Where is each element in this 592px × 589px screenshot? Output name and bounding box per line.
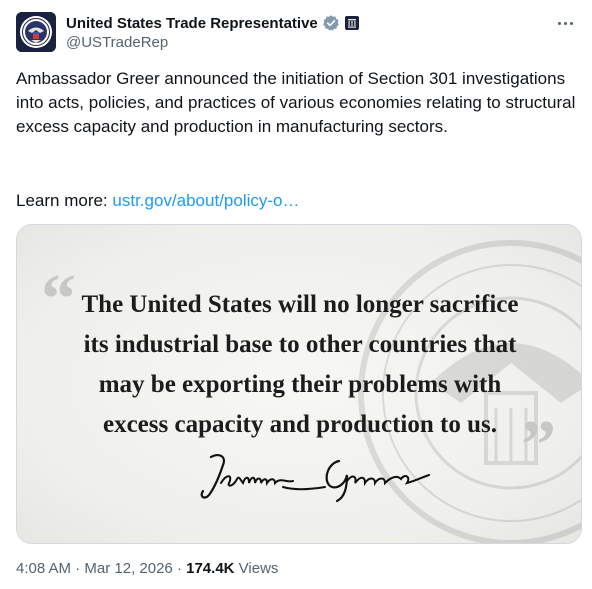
quote-line: its industrial base to other countries t… xyxy=(83,331,517,358)
avatar[interactable] xyxy=(16,12,56,52)
meta-separator: · xyxy=(75,560,81,577)
quote-line: excess capacity and production to us. xyxy=(102,411,497,438)
close-quote-mark: ” xyxy=(521,407,556,484)
post-time[interactable]: 4:08 AM xyxy=(16,560,71,577)
more-options-button[interactable] xyxy=(554,14,576,32)
post-image[interactable]: “ The United States will no longer sacri… xyxy=(16,224,582,544)
account-handle[interactable]: @USTradeRep xyxy=(66,34,168,51)
quote-line: may be exporting their problems with xyxy=(98,371,502,398)
meta-separator: · xyxy=(176,560,182,577)
more-dot xyxy=(557,21,561,25)
signature-image xyxy=(200,454,430,503)
quote-text: The United States will no longer sacrifi… xyxy=(37,285,563,445)
verified-checkmark-icon[interactable] xyxy=(322,14,340,32)
post-date[interactable]: Mar 12, 2026 xyxy=(84,560,172,577)
more-dot xyxy=(563,21,567,25)
views-count: 174.4K xyxy=(186,560,235,577)
quote-line: The United States will no longer sacrifi… xyxy=(81,291,519,318)
post-text: Ambassador Greer announced the initiatio… xyxy=(16,69,576,136)
government-affiliation-icon[interactable] xyxy=(344,15,360,31)
learn-more-line: Learn more: ustr.gov/about/policy-o… xyxy=(16,189,300,213)
views-label: Views xyxy=(238,560,279,577)
ustr-seal-avatar-icon xyxy=(16,12,56,52)
learn-more-label: Learn more: xyxy=(16,191,113,210)
display-name[interactable]: United States Trade Representative xyxy=(66,15,318,32)
policy-link[interactable]: ustr.gov/about/policy-o… xyxy=(112,191,299,210)
post-meta: 4:08 AM · Mar 12, 2026 · 174.4K Views xyxy=(16,560,278,577)
post: United States Trade Representative @USTr… xyxy=(0,0,592,589)
more-dot xyxy=(569,21,573,25)
name-row: United States Trade Representative xyxy=(66,13,360,33)
